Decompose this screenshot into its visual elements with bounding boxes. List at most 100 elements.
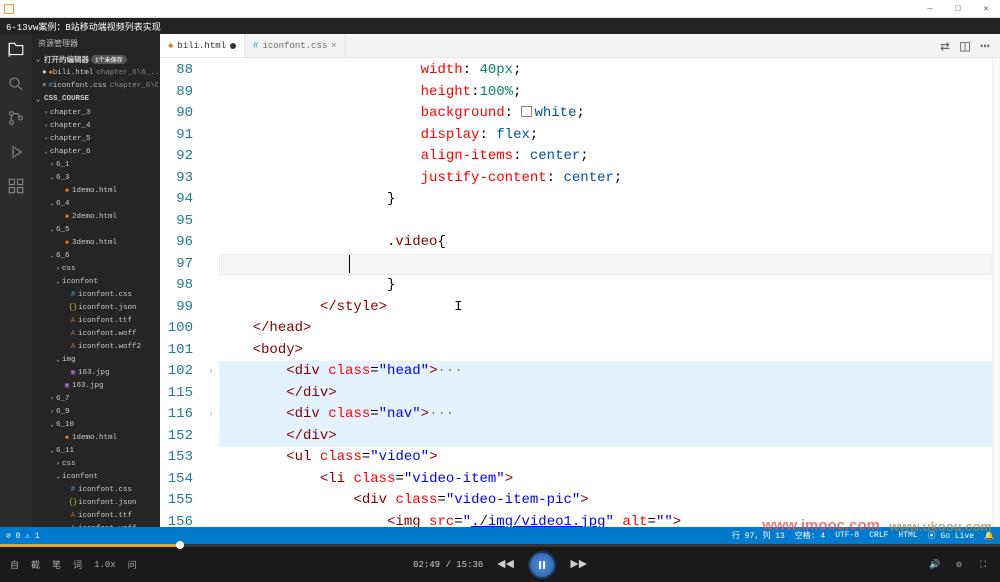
file-iconfont.css[interactable]: #iconfont.css [34,288,158,301]
window-close-button[interactable]: ✕ [972,0,1000,18]
search-icon[interactable] [6,74,26,94]
file-iconfont.json[interactable]: {}iconfont.json [34,301,158,314]
next-button[interactable]: ►► [570,557,587,573]
folder-iconfont[interactable]: ⌄iconfont [34,470,158,483]
code-editor[interactable]: 8889909192939495969798991001011021151161… [160,58,1000,527]
code-line-91[interactable]: display: flex; [219,125,992,147]
folder-6_9[interactable]: ›6_9 [34,405,158,418]
code-line-88[interactable]: width: 40px; [219,60,992,82]
file-iconfont.woff[interactable]: Aiconfont.woff [34,522,158,527]
folder-6_11[interactable]: ⌄6_11 [34,444,158,457]
file-163.jpg[interactable]: ▣163.jpg [34,366,158,379]
file-iconfont.woff2[interactable]: Aiconfont.woff2 [34,340,158,353]
volume-icon[interactable]: 🔊 [928,558,942,572]
file-3demo.html[interactable]: ◆3demo.html [34,236,158,249]
code-line-98[interactable]: } [219,275,992,297]
file-1demo.html[interactable]: ◆1demo.html [34,431,158,444]
play-pause-button[interactable] [528,551,556,579]
player-opt-note[interactable]: 笔 [52,558,61,571]
file-iconfont.ttf[interactable]: Aiconfont.ttf [34,509,158,522]
folder-css[interactable]: ›css [34,457,158,470]
project-section[interactable]: ⌄CSS_COURSE [34,92,158,106]
go-live-button[interactable]: ⦿ Go Live [928,530,974,541]
folder-img[interactable]: ⌄img [34,353,158,366]
code-line-152[interactable]: </div> [219,426,992,448]
os-titlebar: — □ ✕ [0,0,1000,18]
code-line-96[interactable]: .video{ [219,232,992,254]
progress-knob[interactable] [176,541,184,549]
problems-status[interactable]: ⊘ 0 ⚠ 1 [6,531,40,541]
folder-6_5[interactable]: ⌄6_5 [34,223,158,236]
more-actions-icon[interactable]: ⋯ [978,39,992,53]
code-line-156[interactable]: <img src="./img/video1.jpg" alt=""> [219,512,992,528]
folder-6_1[interactable]: ›6_1 [34,158,158,171]
fullscreen-icon[interactable]: ⛶ [976,558,990,572]
folder-iconfont[interactable]: ⌄iconfont [34,275,158,288]
folder-6_3[interactable]: ⌄6_3 [34,171,158,184]
file-iconfont.json[interactable]: {}iconfont.json [34,496,158,509]
folder-chapter_6[interactable]: ⌄chapter_6 [34,145,158,158]
open-file-iconfont.css[interactable]: ×#iconfont.csschapter_6\6_1... [34,79,158,92]
settings-icon[interactable]: ⚙ [952,558,966,572]
file-1demo.html[interactable]: ◆1demo.html [34,184,158,197]
player-opt-subtitle[interactable]: 词 [73,558,82,571]
player-opt-screenshot[interactable]: 截 [31,558,40,571]
source-control-icon[interactable] [6,108,26,128]
code-line-94[interactable]: } [219,189,992,211]
window-maximize-button[interactable]: □ [944,0,972,18]
tab-iconfont.css[interactable]: #iconfont.css× [245,34,346,57]
window-minimize-button[interactable]: — [916,0,944,18]
prev-button[interactable]: ◄◄ [497,557,514,573]
line-numbers: 8889909192939495969798991001011021151161… [160,58,205,527]
player-opt-ask[interactable]: 问 [128,558,137,571]
minimap[interactable] [992,58,1000,527]
code-line-101[interactable]: <body> [219,340,992,362]
file-iconfont.css[interactable]: #iconfont.css [34,483,158,496]
folder-css[interactable]: ›css [34,262,158,275]
code-line-102[interactable]: <div class="head">··· [219,361,992,383]
folder-6_10[interactable]: ⌄6_10 [34,418,158,431]
cursor-position[interactable]: 行 97，列 13 [732,530,785,541]
code-line-115[interactable]: </div> [219,383,992,405]
code-line-95[interactable] [219,211,992,233]
folder-chapter_5[interactable]: ›chapter_5 [34,132,158,145]
split-editor-icon[interactable]: ◫ [958,39,972,53]
extensions-icon[interactable] [6,176,26,196]
folder-6_6[interactable]: ⌄6_6 [34,249,158,262]
code-line-116[interactable]: <div class="nav">··· [219,404,992,426]
indent-status[interactable]: 空格: 4 [795,530,825,541]
player-opt-speed[interactable]: 1.0x [94,560,116,570]
code-line-92[interactable]: align-items: center; [219,146,992,168]
language-status[interactable]: HTML [898,530,917,541]
eol-status[interactable]: CRLF [869,530,888,541]
folder-6_4[interactable]: ⌄6_4 [34,197,158,210]
fold-column[interactable]: ›› [205,58,217,527]
code-line-100[interactable]: </head> [219,318,992,340]
progress-bar[interactable] [0,544,1000,547]
code-line-154[interactable]: <li class="video-item"> [219,469,992,491]
video-player-bar: 自 截 笔 词 1.0x 问 02:49 / 15:36 ◄◄ ►► 🔊 ⚙ ⛶ [0,544,1000,582]
tab-bili.html[interactable]: ◆bili.html [160,34,245,57]
file-iconfont.ttf[interactable]: Aiconfont.ttf [34,314,158,327]
compare-icon[interactable]: ⇄ [938,39,952,53]
debug-icon[interactable] [6,142,26,162]
code-line-89[interactable]: height:100%; [219,82,992,104]
folder-chapter_3[interactable]: ›chapter_3 [34,106,158,119]
code-line-99[interactable]: </style> I [219,297,992,319]
open-file-bili.html[interactable]: ●◆bili.htmlchapter_6\6_... [34,66,158,79]
explorer-icon[interactable] [6,40,26,60]
player-opt-auto[interactable]: 自 [10,558,19,571]
code-line-153[interactable]: <ul class="video"> [219,447,992,469]
file-iconfont.woff[interactable]: Aiconfont.woff [34,327,158,340]
folder-chapter_4[interactable]: ›chapter_4 [34,119,158,132]
file-2demo.html[interactable]: ◆2demo.html [34,210,158,223]
code-line-90[interactable]: background: white; [219,103,992,125]
code-line-97[interactable] [219,254,992,276]
notifications-icon[interactable]: 🔔 [984,530,994,541]
encoding-status[interactable]: UTF-8 [835,530,859,541]
code-line-93[interactable]: justify-content: center; [219,168,992,190]
open-editors-section[interactable]: ⌄打开的编辑器 1个未保存 [34,52,158,66]
file-163.jpg[interactable]: ▣163.jpg [34,379,158,392]
code-line-155[interactable]: <div class="video-item-pic"> [219,490,992,512]
folder-6_7[interactable]: ›6_7 [34,392,158,405]
